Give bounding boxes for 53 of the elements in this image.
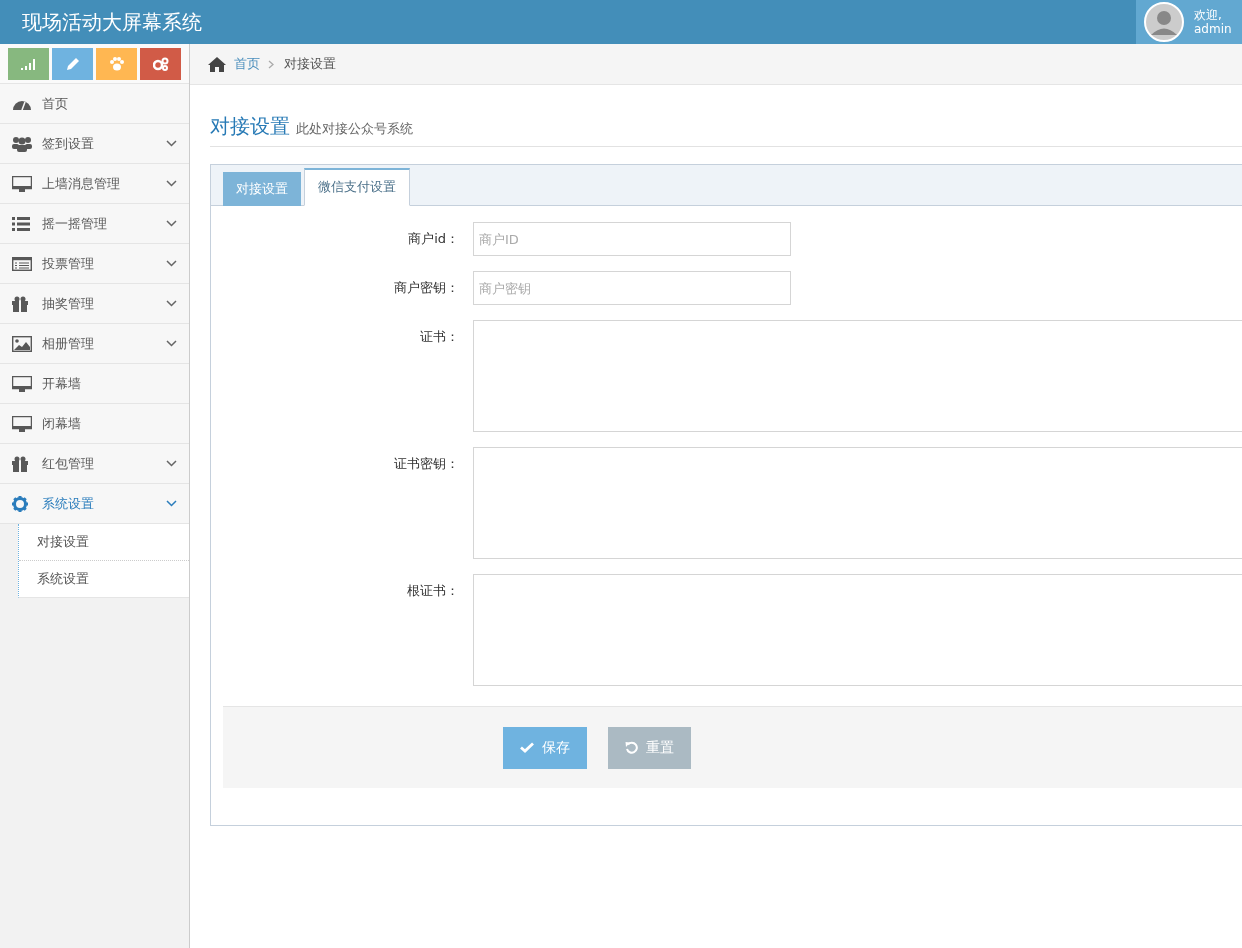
list-icon — [12, 216, 30, 231]
submenu-item[interactable]: 系统设置 — [19, 561, 189, 597]
menu-item[interactable]: 抽奖管理 — [0, 284, 189, 324]
menu-item[interactable]: 闭幕墙 — [0, 404, 189, 444]
menu-item[interactable]: 开幕墙 — [0, 364, 189, 404]
input-field[interactable]: 商户ID — [473, 222, 791, 256]
gift-icon — [12, 295, 28, 312]
page-title: 对接设置 — [210, 113, 290, 140]
field-label: 证书密钥： — [393, 455, 460, 473]
table-icon — [12, 256, 32, 271]
shortcut-button[interactable] — [96, 48, 137, 80]
signal-bars-icon — [20, 58, 37, 70]
field-label: 证书： — [419, 328, 460, 346]
field-label: 根证书： — [406, 582, 460, 600]
cogs-icon — [152, 57, 169, 71]
tab[interactable]: 微信支付设置 — [304, 168, 410, 206]
menu-item[interactable]: 系统设置 — [0, 484, 189, 524]
field-label: 商户id： — [407, 230, 460, 248]
pencil-icon — [65, 57, 80, 71]
menu-item[interactable]: 相册管理 — [0, 324, 189, 364]
shortcut-button[interactable] — [140, 48, 181, 80]
avatar-icon — [1144, 2, 1184, 42]
shortcut-button[interactable] — [52, 48, 93, 80]
monitor-icon — [12, 415, 32, 432]
menu-item[interactable]: 红包管理 — [0, 444, 189, 484]
gear-icon — [12, 495, 28, 512]
menu-item[interactable]: 投票管理 — [0, 244, 189, 284]
shortcut-button[interactable] — [8, 48, 49, 80]
paw-icon — [108, 57, 125, 71]
chevron-right-icon — [268, 59, 274, 69]
input-field[interactable]: 商户密钥 — [473, 271, 791, 305]
monitor-icon — [12, 175, 32, 192]
menu-item[interactable]: 上墙消息管理 — [0, 164, 189, 204]
breadcrumb-current: 对接设置 — [284, 55, 336, 73]
welcome-text: 欢迎, — [1194, 8, 1223, 22]
text-area[interactable] — [473, 574, 1242, 686]
page-subtitle: 此处对接公众号系统 — [296, 120, 413, 138]
app-title: 现场活动大屏幕系统 — [21, 8, 202, 36]
menu-item[interactable]: 签到设置 — [0, 124, 189, 164]
checkmark-icon — [520, 742, 534, 753]
user-name: admin — [1194, 22, 1232, 36]
gift-icon — [12, 455, 28, 472]
text-area[interactable] — [473, 447, 1242, 559]
submenu-item[interactable]: 对接设置 — [19, 524, 189, 561]
monitor-icon — [12, 375, 32, 392]
home-icon — [208, 56, 226, 72]
undo-icon — [625, 741, 638, 754]
picture-icon — [12, 335, 32, 352]
menu-item[interactable]: 首页 — [0, 84, 189, 124]
field-label: 商户密钥： — [393, 279, 460, 297]
text-area[interactable] — [473, 320, 1242, 432]
menu-item[interactable]: 摇一摇管理 — [0, 204, 189, 244]
people-icon — [12, 135, 32, 152]
